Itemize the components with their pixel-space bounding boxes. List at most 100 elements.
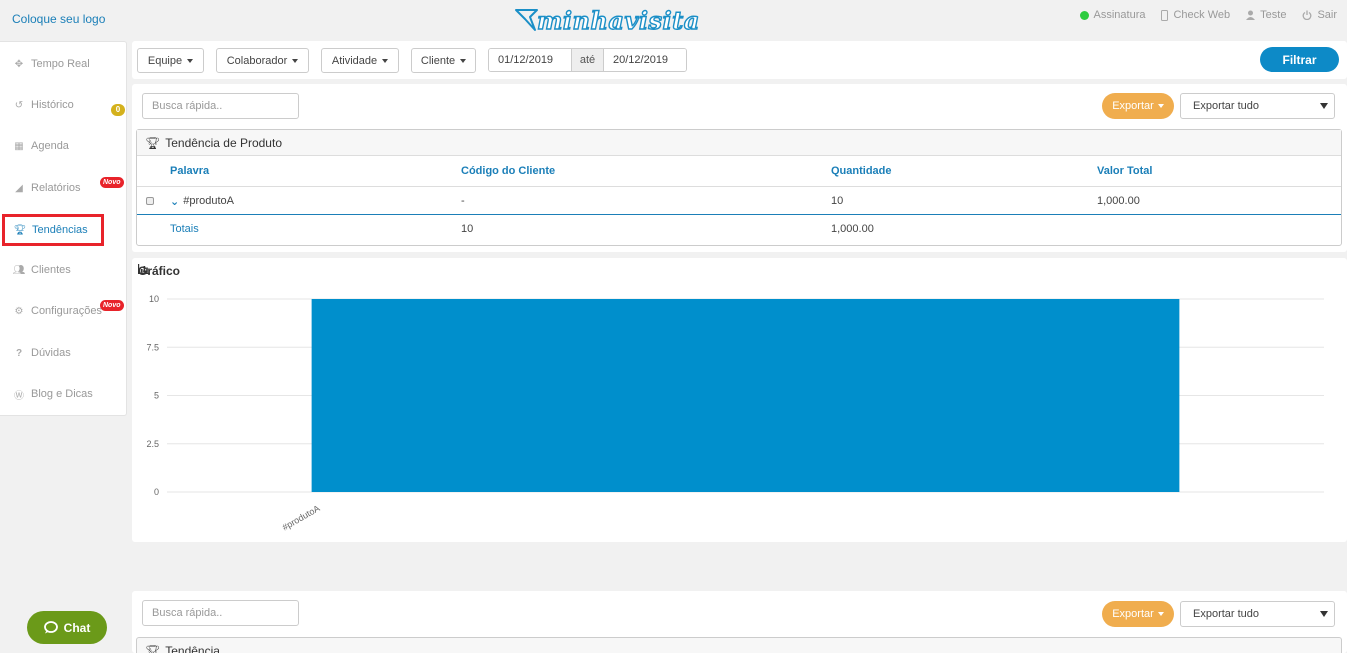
sidebar-item-label: Configurações [31,305,102,317]
date-to-input[interactable]: 20/12/2019 [604,49,686,71]
chevron-down-icon[interactable]: ⌄ [170,195,179,208]
bar [311,299,1180,492]
caret-down-icon [460,58,467,63]
x-tick-label: #produtoA [281,503,322,532]
trend-table-2-title: 🏆︎ Tendência [136,637,1342,653]
caret-down-icon [1157,104,1164,108]
quick-search-input[interactable]: Busca rápida.. [142,93,299,119]
sidebar-item-label: Agenda [31,140,69,152]
chat-bubble-icon [43,621,58,634]
sidebar-item-historico[interactable]: ↺ Histórico [0,90,127,120]
sidebar-item-label: Relatórios [31,182,81,194]
sidebar-item-tempo-real[interactable]: ✥ Tempo Real [0,49,127,79]
sidebar-item-label: Tempo Real [31,58,90,70]
export-button-2[interactable]: Exportar [1102,601,1174,627]
totals-row: Totais 10 1,000.00 [137,215,1341,243]
subscription-link[interactable]: Assinatura [1079,9,1145,21]
client-dropdown-label: Cliente [420,54,456,67]
trend-panel-2: Busca rápida.. Exportar Exportar tudo 🏆︎… [132,591,1347,653]
bar-chart: 0 2.5 5 7.5 10 #produtoA [146,294,1324,533]
quick-search-input-2[interactable]: Busca rápida.. [142,600,299,626]
totals-label: Totais [170,223,199,235]
new-badge: Novo [100,177,124,188]
row-valor: 1,000.00 [1097,195,1140,207]
team-dropdown[interactable]: Equipe [137,48,204,73]
caret-down-icon [382,58,389,63]
sidebar-item-label: Clientes [31,264,71,276]
export-all-label: Exportar tudo [1193,100,1260,112]
row-palavra[interactable]: ⌄ #produtoA [170,187,234,215]
sidebar: ✥ Tempo Real ↺ Histórico 0 ▦ Agenda ◢ Re… [0,41,127,416]
trend-table: 🏆︎ Tendência de Produto Palavra Código d… [136,129,1342,246]
logo-placeholder[interactable]: Coloque seu logo [12,12,105,26]
wordpress-icon: Ⓦ [14,390,24,402]
y-tick-label: 0 [154,487,159,497]
user-label: Teste [1260,9,1287,21]
filter-bar: Equipe Colaborador Atividade Cliente 01/… [132,41,1347,79]
trend-table-title-text: Tendência de Produto [165,135,282,150]
sidebar-item-clientes[interactable]: 👥︎ Clientes [0,255,127,285]
sidebar-item-label: Dúvidas [31,347,71,359]
sidebar-item-blog[interactable]: Ⓦ Blog e Dicas [0,379,127,409]
client-dropdown[interactable]: Cliente [411,48,476,73]
y-tick-label: 7.5 [146,342,159,352]
sidebar-item-label: Histórico [31,99,74,111]
row-codigo: - [461,195,465,207]
date-from-input[interactable]: 01/12/2019 [489,49,571,71]
user-link[interactable]: Teste [1246,9,1286,21]
activity-dropdown[interactable]: Atividade [321,48,399,73]
power-icon [1303,10,1312,20]
caret-down-icon [1157,612,1164,616]
export-all-select[interactable]: Exportar tudo [1180,93,1335,119]
row-quantidade: 10 [831,195,844,207]
y-tick-label: 5 [154,391,159,401]
sidebar-item-label: Tendências [32,224,88,236]
history-icon: ↺ [14,99,24,111]
brand-logo[interactable]: minhavisita [513,4,700,38]
chart-panel: Gráfico 0 2.5 5 7.5 10 #produtoA [132,258,1347,542]
row-checkbox[interactable] [146,187,154,215]
collaborator-dropdown[interactable]: Colaborador [216,48,309,73]
team-dropdown-label: Equipe [147,54,183,67]
brand-name: minhavisita [536,5,700,35]
select-arrow-icon [1320,103,1328,109]
new-badge: Novo [100,300,124,311]
export-all-select-2[interactable]: Exportar tudo [1180,601,1335,627]
y-tick-label: 2.5 [146,439,159,449]
sidebar-item-agenda[interactable]: ▦ Agenda [0,131,127,161]
check-web-link[interactable]: Check Web [1161,9,1230,21]
logout-link[interactable]: Sair [1302,9,1337,21]
check-web-label: Check Web [1173,9,1231,21]
trophy-icon: 🏆︎ [13,224,27,236]
export-all-label: Exportar tudo [1193,608,1260,620]
crosshair-icon: ✥ [14,58,24,70]
gears-icon: ⚙ [14,305,24,317]
collaborator-dropdown-label: Colaborador [226,54,288,67]
trend-panel: Busca rápida.. Exportar Exportar tudo 🏆︎… [132,84,1347,252]
history-count-badge: 0 [111,104,125,116]
users-icon: 👥︎ [12,264,26,276]
trend-table-title: 🏆︎ Tendência de Produto [137,130,1341,156]
status-dot-icon [1079,10,1089,20]
top-links: Assinatura Check Web Teste Sair [1079,9,1337,21]
chat-button[interactable]: Chat [27,611,107,644]
column-header-quantidade[interactable]: Quantidade [831,157,892,185]
table-header: Palavra Código do Cliente Quantidade Val… [137,157,1341,185]
export-button-label: Exportar [1112,100,1154,112]
column-header-palavra[interactable]: Palavra [170,157,209,185]
trophy-icon: 🏆︎ [145,135,161,150]
filter-button[interactable]: Filtrar [1260,47,1339,72]
mobile-icon [1161,9,1169,21]
column-header-valor[interactable]: Valor Total [1097,157,1152,185]
column-header-codigo[interactable]: Código do Cliente [461,157,555,185]
calendar-icon: ▦ [14,140,24,152]
row-palavra-text: #produtoA [183,195,234,207]
date-separator: até [571,49,604,71]
export-button-label: Exportar [1112,608,1154,620]
caret-down-icon [187,58,194,63]
activity-dropdown-label: Atividade [331,54,378,67]
user-icon [1246,10,1256,20]
export-button[interactable]: Exportar [1102,93,1174,119]
sidebar-item-tendencias[interactable]: 🏆︎ Tendências [2,214,104,246]
sidebar-item-duvidas[interactable]: ? Dúvidas [0,338,127,368]
